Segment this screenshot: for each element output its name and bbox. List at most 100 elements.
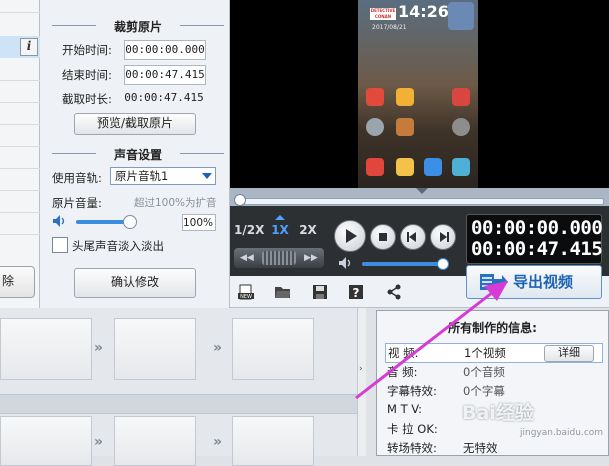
share-icon[interactable]: [386, 284, 402, 300]
preview-trim-button[interactable]: 预览/截取原片: [74, 113, 196, 135]
seek-bar[interactable]: [236, 198, 604, 205]
info-key: 转场特效:: [387, 441, 437, 455]
app-icon: [396, 158, 414, 176]
speed-double-button[interactable]: 2X: [296, 220, 320, 240]
open-folder-icon[interactable]: [274, 284, 290, 300]
current-time: 00:00:00.000: [471, 217, 603, 239]
total-time: 00:00:47.415: [471, 238, 603, 260]
confirm-changes-button[interactable]: 确认修改: [74, 268, 196, 298]
character-avatar: [448, 2, 474, 30]
export-video-button[interactable]: 导出视频: [466, 265, 602, 299]
svg-text:?: ?: [353, 286, 360, 300]
transition-arrow-icon: »: [94, 434, 104, 450]
video-preview: DETECTIVE CONAN 14:26 2017/08/21: [230, 0, 609, 188]
rewind-icon[interactable]: ◀◀: [240, 253, 254, 263]
fast-forward-icon[interactable]: ▶▶: [304, 253, 318, 263]
volume-label: 原片音量:: [52, 196, 102, 210]
app-icon: [396, 88, 414, 106]
audio-track-select[interactable]: 原片音轨1: [110, 167, 216, 185]
timecode-display: 00:00:00.000 00:00:47.415: [466, 214, 603, 264]
details-button[interactable]: 详细: [544, 345, 594, 362]
player-volume-handle[interactable]: [437, 258, 449, 270]
end-time-input[interactable]: 00:00:47.415: [124, 65, 206, 85]
timeline-separator: [0, 394, 357, 414]
list-row-divider: [0, 102, 40, 103]
player-speaker-icon[interactable]: [338, 256, 354, 270]
fade-checkbox[interactable]: [52, 237, 68, 253]
app-icon: [452, 158, 470, 176]
file-list-panel: i 除: [0, 0, 40, 308]
clip-slot[interactable]: [114, 416, 196, 466]
info-row-audio: 音 频: 0个音频: [385, 363, 601, 381]
watermark-url: jingyan.baidu.com: [520, 428, 604, 438]
transition-arrow-icon: »: [213, 340, 223, 356]
new-icon[interactable]: NEW: [238, 284, 254, 300]
fade-label: 头尾声音淡入淡出: [72, 239, 164, 253]
info-value: 无特效: [463, 441, 498, 455]
list-row-divider: [0, 146, 40, 147]
next-frame-button[interactable]: [430, 224, 456, 250]
list-row-divider: [0, 124, 40, 125]
start-time-input[interactable]: 00:00:00.000: [124, 40, 206, 60]
chevron-right-icon[interactable]: ›: [359, 364, 363, 374]
info-row-video[interactable]: 视 频: 1个视频 详细: [385, 343, 603, 363]
timeline-splitter[interactable]: [357, 308, 366, 456]
previous-frame-icon: [407, 232, 416, 242]
info-icon[interactable]: i: [20, 38, 38, 56]
preview-frame: DETECTIVE CONAN 14:26 2017/08/21: [358, 0, 478, 188]
svg-text:NEW: NEW: [240, 294, 252, 300]
clip-slot[interactable]: [232, 318, 314, 380]
stop-icon: [379, 233, 387, 241]
clip-slot[interactable]: [114, 318, 196, 380]
jog-handle[interactable]: [262, 251, 296, 265]
volume-slider[interactable]: [76, 215, 137, 229]
play-icon: [346, 229, 357, 243]
app-icon: [452, 88, 470, 106]
list-row-divider: [0, 80, 40, 81]
delete-button[interactable]: 除: [0, 266, 35, 298]
clip-slot[interactable]: [232, 416, 314, 466]
list-row-divider: [0, 190, 40, 191]
list-row-divider: [0, 234, 40, 235]
info-key: 卡 拉 OK:: [387, 422, 438, 436]
seek-handle[interactable]: [234, 194, 246, 206]
stop-button[interactable]: [370, 224, 396, 250]
info-value: 1个视频: [464, 346, 506, 360]
collapse-preview-icon[interactable]: [416, 188, 428, 194]
export-icon: [480, 274, 508, 290]
jog-wheel[interactable]: ◀◀ ▶▶: [234, 248, 324, 268]
speed-selector: 1/2X 1X 2X: [234, 215, 320, 240]
next-frame-icon: [440, 232, 449, 242]
info-key: 音 频:: [387, 365, 418, 379]
transition-arrow-icon: »: [94, 340, 104, 356]
preview-date: 2017/08/21: [372, 24, 407, 31]
info-key: M T V:: [387, 402, 423, 416]
app-icon: [424, 158, 442, 176]
volume-slider-handle[interactable]: [122, 215, 137, 229]
transition-arrow-icon: »: [213, 434, 223, 450]
info-value: 0个字幕: [463, 384, 505, 398]
chevron-down-icon: [202, 173, 212, 179]
clip-slot[interactable]: [0, 416, 92, 466]
clip-slot[interactable]: [0, 318, 92, 380]
volume-hint: 超过100%为扩音: [134, 197, 217, 209]
end-time-label: 结束时间:: [62, 68, 112, 82]
storyboard-timeline: » » » » ›: [0, 308, 366, 466]
speed-normal-button[interactable]: 1X: [268, 220, 292, 240]
export-label: 导出视频: [513, 273, 574, 291]
seek-strip: [230, 188, 609, 206]
speed-half-button[interactable]: 1/2X: [234, 220, 264, 240]
save-icon[interactable]: [312, 284, 328, 300]
volume-percent-field[interactable]: 100%: [182, 214, 216, 231]
preview-clock: 14:26: [398, 2, 449, 21]
speaker-icon: [53, 215, 65, 227]
previous-frame-button[interactable]: [400, 224, 426, 250]
app-icon: [366, 88, 384, 106]
play-button[interactable]: [334, 220, 366, 252]
help-icon[interactable]: ?: [348, 284, 364, 300]
info-key: 字幕特效:: [387, 384, 437, 398]
audio-track-label: 使用音轨:: [52, 171, 102, 185]
start-time-label: 开始时间:: [62, 43, 112, 57]
info-key: 视 频:: [388, 346, 419, 360]
player-volume-slider[interactable]: [362, 258, 449, 270]
